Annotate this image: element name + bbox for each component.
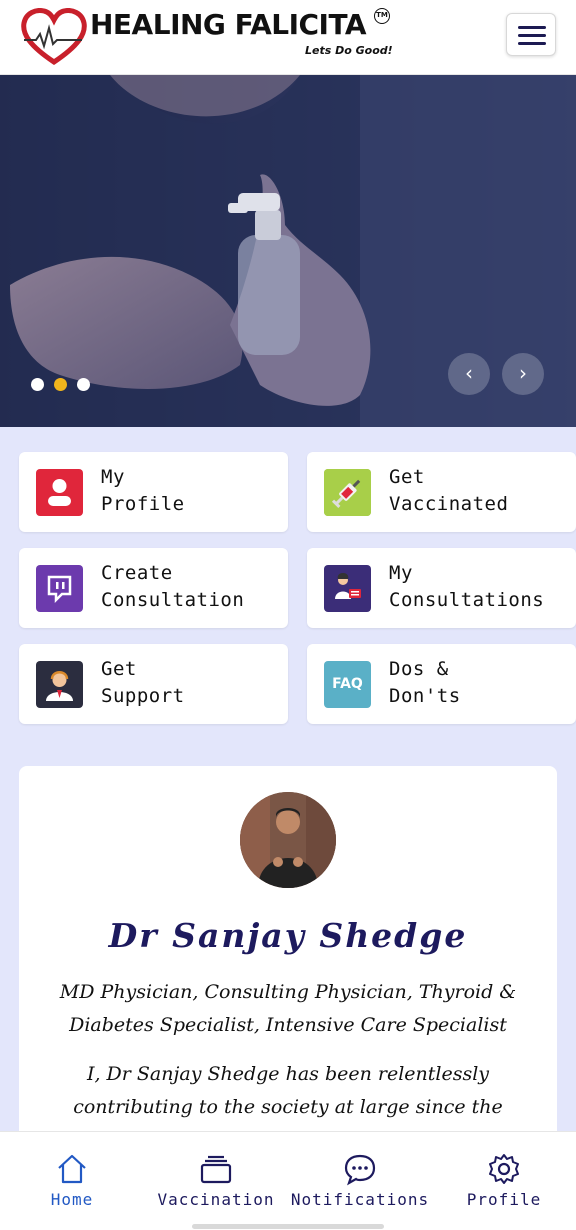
nav-notifications[interactable]: Notifications bbox=[288, 1152, 432, 1222]
heart-pulse-icon bbox=[21, 8, 87, 66]
tile-label: Get Support bbox=[101, 658, 185, 707]
stack-icon bbox=[200, 1155, 232, 1184]
tile-create-consultation[interactable]: Create Consultation bbox=[19, 548, 288, 628]
carousel-dot-active[interactable] bbox=[54, 378, 67, 391]
tile-label: Get Vaccinated bbox=[389, 466, 509, 515]
brand-name: HEALING FALICITA bbox=[90, 8, 367, 41]
doctor-bio: I, Dr Sanjay Shedge has been relentlessl… bbox=[73, 1063, 503, 1118]
faq-icon: FAQ bbox=[324, 661, 371, 708]
hamburger-menu-icon bbox=[518, 26, 546, 29]
faq-icon-text: FAQ bbox=[332, 676, 363, 692]
bottom-navigation: Home Vaccination Notifications Profile bbox=[0, 1131, 576, 1230]
nav-profile[interactable]: Profile bbox=[432, 1152, 576, 1222]
carousel-dot[interactable] bbox=[77, 378, 90, 391]
nav-home[interactable]: Home bbox=[0, 1152, 144, 1222]
carousel-next-button[interactable]: › bbox=[502, 353, 544, 395]
tile-label: My Consultations bbox=[389, 562, 545, 611]
carousel-dot[interactable] bbox=[31, 378, 44, 391]
tile-label: My Profile bbox=[101, 466, 185, 515]
tile-label: Create Consultation bbox=[101, 562, 245, 611]
tile-get-vaccinated[interactable]: Get Vaccinated bbox=[307, 452, 576, 532]
app-header: HEALING FALICITA TM Lets Do Good! bbox=[0, 0, 576, 75]
brand-tagline: Lets Do Good! bbox=[305, 44, 393, 57]
syringe-icon bbox=[324, 469, 371, 516]
doctor-avatar bbox=[240, 792, 336, 888]
user-profile-icon bbox=[36, 469, 83, 516]
doctor-card: Dr Sanjay Shedge MD Physician, Consultin… bbox=[19, 766, 557, 1186]
tile-label: Dos & Don'ts bbox=[389, 658, 461, 707]
gear-icon bbox=[489, 1154, 519, 1184]
chevron-left-icon: ‹ bbox=[465, 361, 473, 385]
support-agent-icon bbox=[36, 661, 83, 708]
doctor-specialization: MD Physician, Consulting Physician, Thyr… bbox=[59, 981, 517, 1036]
nav-label: Profile bbox=[466, 1190, 542, 1209]
trademark-badge: TM bbox=[374, 8, 390, 24]
home-icon bbox=[58, 1154, 86, 1184]
tile-get-support[interactable]: Get Support bbox=[19, 644, 288, 724]
doctor-name: Dr Sanjay Shedge bbox=[108, 916, 468, 955]
tile-my-profile[interactable]: My Profile bbox=[19, 452, 288, 532]
chat-bubble-icon bbox=[344, 1154, 376, 1186]
nav-label: Home bbox=[50, 1190, 94, 1209]
menu-button[interactable] bbox=[506, 13, 556, 56]
home-indicator bbox=[192, 1224, 384, 1229]
tile-my-consultations[interactable]: My Consultations bbox=[307, 548, 576, 628]
nav-vaccination[interactable]: Vaccination bbox=[144, 1152, 288, 1222]
tile-dos-donts[interactable]: FAQ Dos & Don'ts bbox=[307, 644, 576, 724]
doctor-icon bbox=[324, 565, 371, 612]
nav-label: Notifications bbox=[290, 1190, 430, 1209]
carousel-prev-button[interactable]: ‹ bbox=[448, 353, 490, 395]
nav-label: Vaccination bbox=[157, 1190, 275, 1209]
chat-consultation-icon bbox=[36, 565, 83, 612]
chevron-right-icon: › bbox=[519, 361, 527, 385]
